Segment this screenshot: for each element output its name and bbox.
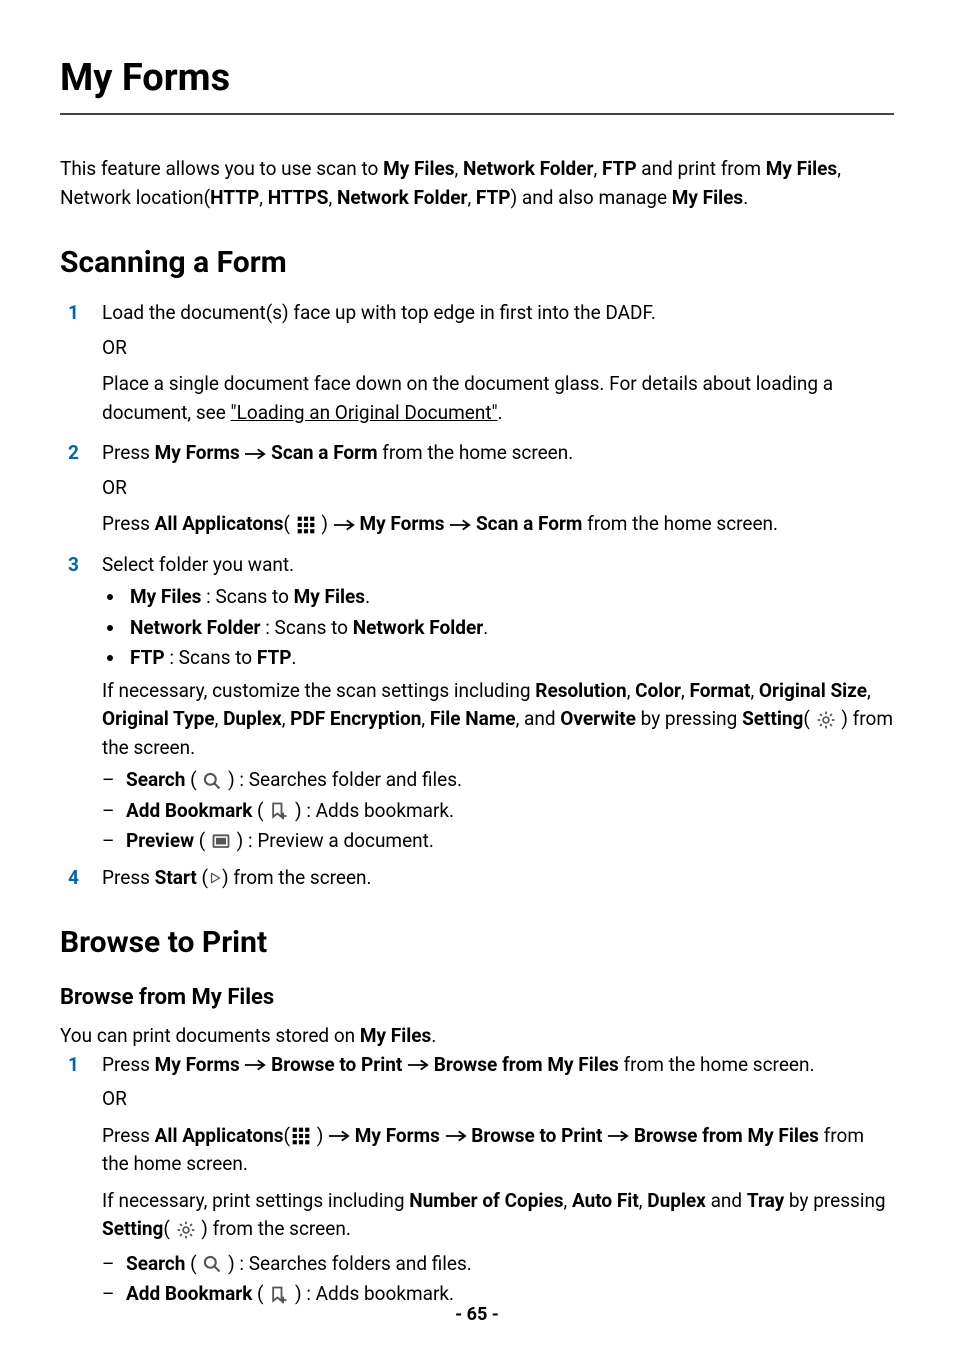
search-icon bbox=[201, 771, 223, 791]
loading-document-link[interactable]: "Loading an Original Document" bbox=[231, 401, 498, 424]
scan-step-1: 1 Load the document(s) face up with top … bbox=[60, 299, 894, 433]
arrow-right-icon bbox=[449, 515, 471, 535]
arrow-right-icon bbox=[445, 1126, 467, 1146]
step-number: 2 bbox=[60, 439, 102, 468]
gear-icon bbox=[815, 710, 837, 730]
bullet-my-files: My Files : Scans to My Files. bbox=[126, 583, 894, 612]
browse-step-1: 1 Press My Forms Browse to Print Browse … bbox=[60, 1051, 894, 1311]
print-settings-text: If necessary, print settings including N… bbox=[102, 1187, 894, 1244]
preview-icon bbox=[210, 832, 232, 852]
arrow-right-icon bbox=[607, 1126, 629, 1146]
browse-heading: Browse to Print bbox=[60, 920, 894, 965]
page-title: My Forms bbox=[60, 50, 894, 115]
dash-bookmark: Add Bookmark ( ) : Adds bookmark. bbox=[102, 797, 894, 826]
dash-preview: Preview ( ) : Preview a document. bbox=[102, 827, 894, 856]
scan-step-3: 3 Select folder you want. My Files : Sca… bbox=[60, 551, 894, 858]
intro-paragraph: This feature allows you to use scan to M… bbox=[60, 155, 894, 212]
arrow-right-icon bbox=[244, 444, 266, 464]
step-number: 1 bbox=[60, 1051, 102, 1080]
step-text-alt: Place a single document face down on the… bbox=[102, 370, 894, 427]
bullet-network-folder: Network Folder : Scans to Network Folder… bbox=[126, 614, 894, 643]
or-text: OR bbox=[102, 334, 894, 363]
apps-grid-icon bbox=[295, 515, 317, 535]
arrow-right-icon bbox=[407, 1055, 429, 1075]
step-number: 3 bbox=[60, 551, 102, 580]
play-icon bbox=[208, 871, 222, 885]
or-text: OR bbox=[102, 474, 894, 503]
customize-text: If necessary, customize the scan setting… bbox=[102, 677, 894, 763]
browse-subheading: Browse from My Files bbox=[60, 981, 894, 1014]
dash-search: Search ( ) : Searches folder and files. bbox=[102, 766, 894, 795]
step-text-alt: Press All Applicatons( ) My Forms Browse… bbox=[102, 1122, 894, 1179]
browse-intro: You can print documents stored on My Fil… bbox=[60, 1022, 894, 1051]
step-text: Load the document(s) face up with top ed… bbox=[102, 299, 894, 328]
search-icon bbox=[201, 1254, 223, 1274]
step-text-alt: Press All Applicatons( ) My Forms Scan a… bbox=[102, 510, 894, 539]
bullet-ftp: FTP : Scans to FTP. bbox=[126, 644, 894, 673]
arrow-right-icon bbox=[244, 1055, 266, 1075]
step-text: Press My Forms Browse to Print Browse fr… bbox=[102, 1051, 894, 1080]
dash-search: Search ( ) : Searches folders and files. bbox=[102, 1250, 894, 1279]
step-text: Select folder you want. bbox=[102, 551, 894, 580]
scan-step-2: 2 Press My Forms Scan a Form from the ho… bbox=[60, 439, 894, 545]
bookmark-add-icon bbox=[268, 801, 290, 821]
scanning-heading: Scanning a Form bbox=[60, 240, 894, 285]
step-text: Press My Forms Scan a Form from the home… bbox=[102, 439, 894, 468]
or-text: OR bbox=[102, 1085, 894, 1114]
arrow-right-icon bbox=[328, 1126, 350, 1146]
page-number: - 65 - bbox=[0, 1301, 954, 1328]
gear-icon bbox=[175, 1220, 197, 1240]
apps-grid-icon bbox=[290, 1126, 312, 1146]
step-number: 4 bbox=[60, 864, 102, 893]
step-text: Press Start () from the screen. bbox=[102, 864, 894, 893]
arrow-right-icon bbox=[333, 515, 355, 535]
step-number: 1 bbox=[60, 299, 102, 328]
scan-step-4: 4 Press Start () from the screen. bbox=[60, 864, 894, 893]
